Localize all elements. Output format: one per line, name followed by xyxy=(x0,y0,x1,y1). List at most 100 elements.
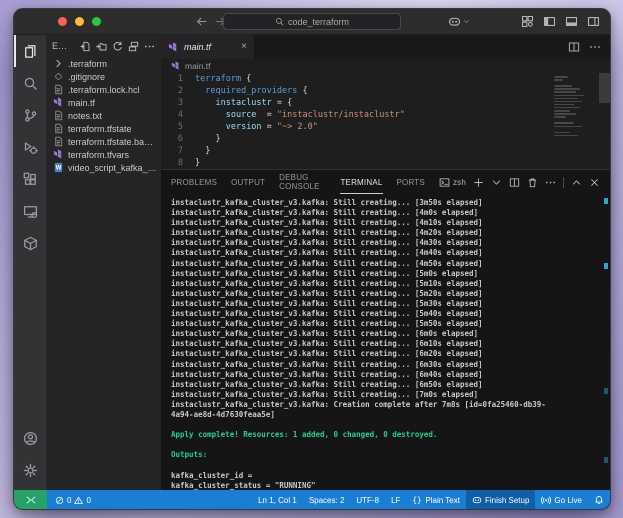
file-item--gitignore[interactable]: .gitignore xyxy=(46,70,161,83)
activity-explorer[interactable] xyxy=(14,35,46,67)
remote-indicator[interactable] xyxy=(14,490,47,509)
launch-profile-dropdown-icon[interactable] xyxy=(491,177,502,188)
status-encoding[interactable]: UTF-8 xyxy=(350,490,385,509)
navigate-back-icon[interactable] xyxy=(195,9,208,34)
minimize-window-button[interactable] xyxy=(75,17,84,26)
status-notifications[interactable] xyxy=(588,490,610,509)
activity-bottom xyxy=(14,422,46,486)
status-eol[interactable]: LF xyxy=(385,490,406,509)
titlebar[interactable]: code_terraform xyxy=(14,9,610,35)
file-name: video_script_kafka_… xyxy=(68,162,157,173)
activity-source-control[interactable] xyxy=(14,99,46,131)
code-text: terraform { xyxy=(195,74,252,84)
code-editor[interactable]: 1 terraform {2 required_providers {3 inst… xyxy=(161,73,610,169)
new-folder-icon[interactable] xyxy=(96,41,107,52)
terminal-output: instaclustr_kafka_cluster_v3.kafka: Stil… xyxy=(171,198,596,491)
terminal-line: Outputs: xyxy=(171,450,208,460)
activity-settings[interactable] xyxy=(14,454,46,486)
more-actions-icon[interactable] xyxy=(144,41,155,52)
explorer-icon xyxy=(23,44,38,59)
copilot-menu[interactable] xyxy=(448,9,470,34)
activity-remote-explorer[interactable] xyxy=(14,195,46,227)
minimap-line xyxy=(554,103,574,106)
more-actions-icon[interactable] xyxy=(545,177,556,188)
panel-tab-debug-console[interactable]: DEBUG CONSOLE xyxy=(279,170,326,194)
status-indentation[interactable]: Spaces: 2 xyxy=(303,490,351,509)
toggle-panel-icon[interactable] xyxy=(565,15,578,28)
file-item-main-tf[interactable]: main.tf xyxy=(46,96,161,109)
code-text: version = "~> 2.0" xyxy=(225,122,318,132)
close-window-button[interactable] xyxy=(58,17,67,26)
split-editor-icon[interactable] xyxy=(568,41,580,53)
code-line: 4 source = "instaclustr/instaclustr" xyxy=(161,109,610,121)
more-actions-icon[interactable] xyxy=(589,41,601,53)
terminal-line: instaclustr_kafka_cluster_v3.kafka: Stil… xyxy=(171,248,483,258)
customize-layout-icon[interactable] xyxy=(521,15,534,28)
minimap-line xyxy=(554,122,574,124)
status-cursor-position[interactable]: Ln 1, Col 1 xyxy=(252,490,303,509)
activity-extensions[interactable] xyxy=(14,163,46,195)
maximize-panel-icon[interactable] xyxy=(571,177,582,188)
tab-label: main.tf xyxy=(184,42,212,52)
collapse-folders-icon[interactable] xyxy=(128,41,139,52)
editor-scrollbar[interactable] xyxy=(599,73,610,103)
workbench: E… .terraform .gitignore .terraform.lock.h… xyxy=(14,35,610,490)
file-name: main.tf xyxy=(68,97,96,108)
terminal-profile[interactable]: zsh xyxy=(439,177,466,188)
panel-tab-terminal[interactable]: TERMINAL xyxy=(340,170,382,194)
file-item-video-script-kafka-[interactable]: Wvideo_script_kafka_… xyxy=(46,161,161,174)
file-name: terraform.tfstate.ba… xyxy=(68,136,154,147)
close-tab-icon[interactable]: × xyxy=(241,42,247,52)
zoom-window-button[interactable] xyxy=(92,17,101,26)
split-terminal-icon[interactable] xyxy=(509,177,520,188)
status-language-mode[interactable]: {} Plain Text xyxy=(406,490,466,509)
command-center-search[interactable]: code_terraform xyxy=(223,13,401,30)
file-item--terraform[interactable]: .terraform xyxy=(46,57,161,70)
new-file-icon[interactable] xyxy=(80,41,91,52)
status-finish-setup[interactable]: Finish Setup xyxy=(465,490,536,509)
panel-tab-bar: PROBLEMS OUTPUT DEBUG CONSOLE TERMINAL PORTS… xyxy=(161,170,610,194)
activity-search[interactable] xyxy=(14,67,46,99)
breadcrumb[interactable]: main.tf xyxy=(161,59,610,73)
terminal-line: kafka_cluster_status = "RUNNING" xyxy=(171,480,316,490)
problems-status[interactable]: 0 0 xyxy=(47,496,91,505)
kill-terminal-icon[interactable] xyxy=(527,177,538,188)
minimap[interactable] xyxy=(554,76,596,138)
terminal-line: instaclustr_kafka_cluster_v3.kafka: Stil… xyxy=(171,228,483,238)
tab-main-tf[interactable]: main.tf × xyxy=(161,35,255,59)
panel-tab-problems[interactable]: PROBLEMS xyxy=(171,170,217,194)
file-item-terraform-tfstate-ba-[interactable]: terraform.tfstate.ba… xyxy=(46,135,161,148)
file-item--terraform-lock-hcl[interactable]: .terraform.lock.hcl xyxy=(46,83,161,96)
activity-run-debug[interactable] xyxy=(14,131,46,163)
terminal-scroll-mark xyxy=(604,198,608,204)
code-line: 5 version = "~> 2.0" xyxy=(161,121,610,133)
file-icon xyxy=(53,84,64,95)
minimap-line xyxy=(554,125,582,127)
file-item-terraform-tfvars[interactable]: terraform.tfvars xyxy=(46,148,161,161)
terminal[interactable]: instaclustr_kafka_cluster_v3.kafka: Stil… xyxy=(161,194,610,491)
status-go-live-label: Go Live xyxy=(554,495,582,505)
breadcrumb-item: main.tf xyxy=(185,61,211,71)
file-name: terraform.tfvars xyxy=(68,149,130,160)
close-panel-icon[interactable] xyxy=(589,177,600,188)
toggle-secondary-sidebar-icon[interactable] xyxy=(587,15,600,28)
panel-actions: zsh xyxy=(439,170,610,194)
panel-tab-output[interactable]: OUTPUT xyxy=(231,170,265,194)
activity-accounts[interactable] xyxy=(14,422,46,454)
file-item-notes-txt[interactable]: notes.txt xyxy=(46,109,161,122)
terminal-icon xyxy=(439,177,450,188)
minimap-line xyxy=(554,116,566,118)
terminal-line: instaclustr_kafka_cluster_v3.kafka: Stil… xyxy=(171,339,483,349)
panel-tab-ports[interactable]: PORTS xyxy=(397,170,425,194)
bell-icon xyxy=(594,495,604,505)
file-item-terraform-tfstate[interactable]: terraform.tfstate xyxy=(46,122,161,135)
terraform-file-icon xyxy=(171,61,181,71)
new-terminal-icon[interactable] xyxy=(473,177,484,188)
vscode-window: code_terraform E… .terraform .gitignore .t… xyxy=(13,8,611,510)
line-number: 5 xyxy=(177,122,183,132)
status-go-live[interactable]: Go Live xyxy=(535,490,588,509)
activity-cube-extension[interactable] xyxy=(14,227,46,259)
toggle-primary-sidebar-icon[interactable] xyxy=(543,15,556,28)
layout-controls xyxy=(521,9,600,34)
refresh-explorer-icon[interactable] xyxy=(112,41,123,52)
